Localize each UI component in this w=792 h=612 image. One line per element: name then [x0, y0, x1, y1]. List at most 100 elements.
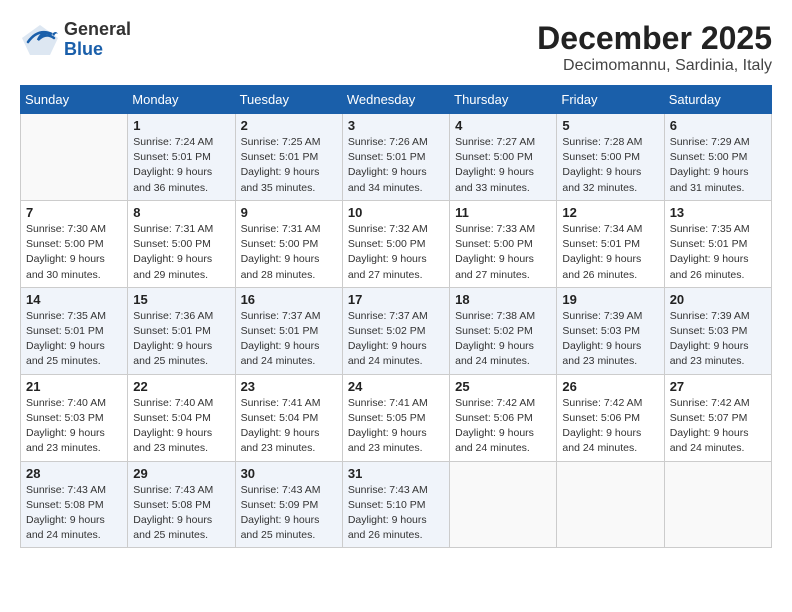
day-info: Sunrise: 7:39 AMSunset: 5:03 PMDaylight:…: [670, 309, 766, 370]
calendar-cell: 18 Sunrise: 7:38 AMSunset: 5:02 PMDayligh…: [450, 287, 557, 374]
day-info: Sunrise: 7:30 AMSunset: 5:00 PMDaylight:…: [26, 222, 122, 283]
weekday-header-sunday: Sunday: [21, 86, 128, 114]
calendar-cell: 6 Sunrise: 7:29 AMSunset: 5:00 PMDaylight…: [664, 114, 771, 201]
day-info: Sunrise: 7:36 AMSunset: 5:01 PMDaylight:…: [133, 309, 229, 370]
day-info: Sunrise: 7:41 AMSunset: 5:05 PMDaylight:…: [348, 396, 444, 457]
calendar-cell: 21 Sunrise: 7:40 AMSunset: 5:03 PMDayligh…: [21, 374, 128, 461]
day-number: 12: [562, 205, 658, 220]
calendar-cell: 25 Sunrise: 7:42 AMSunset: 5:06 PMDayligh…: [450, 374, 557, 461]
day-number: 19: [562, 292, 658, 307]
day-info: Sunrise: 7:24 AMSunset: 5:01 PMDaylight:…: [133, 135, 229, 196]
day-info: Sunrise: 7:43 AMSunset: 5:08 PMDaylight:…: [133, 483, 229, 544]
calendar-cell: 8 Sunrise: 7:31 AMSunset: 5:00 PMDaylight…: [128, 200, 235, 287]
calendar-cell: 15 Sunrise: 7:36 AMSunset: 5:01 PMDayligh…: [128, 287, 235, 374]
day-number: 9: [241, 205, 337, 220]
day-info: Sunrise: 7:29 AMSunset: 5:00 PMDaylight:…: [670, 135, 766, 196]
calendar-cell: 14Sunrise: 7:35 AMSunset: 5:01 PMDayligh…: [21, 287, 128, 374]
calendar-cell: [21, 114, 128, 201]
logo-general: General: [64, 20, 131, 40]
calendar-cell: 23Sunrise: 7:41 AMSunset: 5:04 PMDayligh…: [235, 374, 342, 461]
logo: General Blue: [20, 20, 131, 60]
calendar-cell: 19 Sunrise: 7:39 AMSunset: 5:03 PMDayligh…: [557, 287, 664, 374]
calendar-week-3: 14Sunrise: 7:35 AMSunset: 5:01 PMDayligh…: [21, 287, 772, 374]
day-number: 21: [26, 379, 122, 394]
day-info: Sunrise: 7:34 AMSunset: 5:01 PMDaylight:…: [562, 222, 658, 283]
day-number: 4: [455, 118, 551, 133]
day-info: Sunrise: 7:43 AMSunset: 5:08 PMDaylight:…: [26, 483, 122, 544]
day-number: 18: [455, 292, 551, 307]
day-number: 8: [133, 205, 229, 220]
day-info: Sunrise: 7:25 AMSunset: 5:01 PMDaylight:…: [241, 135, 337, 196]
logo-icon: [20, 20, 60, 60]
day-info: Sunrise: 7:42 AMSunset: 5:06 PMDaylight:…: [562, 396, 658, 457]
weekday-header-wednesday: Wednesday: [342, 86, 449, 114]
calendar-cell: 1 Sunrise: 7:24 AMSunset: 5:01 PMDaylight…: [128, 114, 235, 201]
calendar-cell: 29 Sunrise: 7:43 AMSunset: 5:08 PMDayligh…: [128, 461, 235, 548]
day-info: Sunrise: 7:42 AMSunset: 5:06 PMDaylight:…: [455, 396, 551, 457]
logo-blue: Blue: [64, 40, 131, 60]
day-number: 31: [348, 466, 444, 481]
day-number: 2: [241, 118, 337, 133]
day-number: 28: [26, 466, 122, 481]
calendar-cell: 5 Sunrise: 7:28 AMSunset: 5:00 PMDaylight…: [557, 114, 664, 201]
day-info: Sunrise: 7:43 AMSunset: 5:10 PMDaylight:…: [348, 483, 444, 544]
calendar-cell: [664, 461, 771, 548]
day-number: 3: [348, 118, 444, 133]
calendar-week-4: 21 Sunrise: 7:40 AMSunset: 5:03 PMDayligh…: [21, 374, 772, 461]
calendar-cell: [450, 461, 557, 548]
calendar-cell: 7 Sunrise: 7:30 AMSunset: 5:00 PMDaylight…: [21, 200, 128, 287]
weekday-header-friday: Friday: [557, 86, 664, 114]
location-subtitle: Decimomannu, Sardinia, Italy: [537, 57, 772, 75]
day-number: 15: [133, 292, 229, 307]
month-title: December 2025: [537, 20, 772, 57]
day-info: Sunrise: 7:40 AMSunset: 5:03 PMDaylight:…: [26, 396, 122, 457]
day-info: Sunrise: 7:41 AMSunset: 5:04 PMDaylight:…: [241, 396, 337, 457]
day-number: 1: [133, 118, 229, 133]
day-number: 22: [133, 379, 229, 394]
weekday-header-monday: Monday: [128, 86, 235, 114]
day-number: 17: [348, 292, 444, 307]
calendar-table: SundayMondayTuesdayWednesdayThursdayFrid…: [20, 85, 772, 548]
day-info: Sunrise: 7:28 AMSunset: 5:00 PMDaylight:…: [562, 135, 658, 196]
day-info: Sunrise: 7:35 AMSunset: 5:01 PMDaylight:…: [26, 309, 122, 370]
calendar-cell: 26 Sunrise: 7:42 AMSunset: 5:06 PMDayligh…: [557, 374, 664, 461]
day-info: Sunrise: 7:31 AMSunset: 5:00 PMDaylight:…: [241, 222, 337, 283]
day-number: 26: [562, 379, 658, 394]
day-info: Sunrise: 7:33 AMSunset: 5:00 PMDaylight:…: [455, 222, 551, 283]
day-number: 5: [562, 118, 658, 133]
day-number: 29: [133, 466, 229, 481]
day-number: 20: [670, 292, 766, 307]
logo-text: General Blue: [64, 20, 131, 60]
calendar-cell: 13Sunrise: 7:35 AMSunset: 5:01 PMDayligh…: [664, 200, 771, 287]
calendar-cell: 11Sunrise: 7:33 AMSunset: 5:00 PMDayligh…: [450, 200, 557, 287]
day-number: 30: [241, 466, 337, 481]
calendar-cell: 22 Sunrise: 7:40 AMSunset: 5:04 PMDayligh…: [128, 374, 235, 461]
day-info: Sunrise: 7:27 AMSunset: 5:00 PMDaylight:…: [455, 135, 551, 196]
calendar-cell: 20 Sunrise: 7:39 AMSunset: 5:03 PMDayligh…: [664, 287, 771, 374]
calendar-week-2: 7 Sunrise: 7:30 AMSunset: 5:00 PMDaylight…: [21, 200, 772, 287]
day-number: 16: [241, 292, 337, 307]
title-block: December 2025 Decimomannu, Sardinia, Ita…: [537, 20, 772, 75]
day-number: 24: [348, 379, 444, 394]
day-info: Sunrise: 7:39 AMSunset: 5:03 PMDaylight:…: [562, 309, 658, 370]
calendar-week-1: 1 Sunrise: 7:24 AMSunset: 5:01 PMDaylight…: [21, 114, 772, 201]
day-info: Sunrise: 7:37 AMSunset: 5:02 PMDaylight:…: [348, 309, 444, 370]
day-info: Sunrise: 7:42 AMSunset: 5:07 PMDaylight:…: [670, 396, 766, 457]
day-info: Sunrise: 7:31 AMSunset: 5:00 PMDaylight:…: [133, 222, 229, 283]
day-number: 6: [670, 118, 766, 133]
calendar-body: 1 Sunrise: 7:24 AMSunset: 5:01 PMDaylight…: [21, 114, 772, 548]
day-number: 27: [670, 379, 766, 394]
weekday-header-tuesday: Tuesday: [235, 86, 342, 114]
day-info: Sunrise: 7:40 AMSunset: 5:04 PMDaylight:…: [133, 396, 229, 457]
calendar-header: SundayMondayTuesdayWednesdayThursdayFrid…: [21, 86, 772, 114]
calendar-cell: 2 Sunrise: 7:25 AMSunset: 5:01 PMDaylight…: [235, 114, 342, 201]
day-number: 25: [455, 379, 551, 394]
calendar-cell: 30Sunrise: 7:43 AMSunset: 5:09 PMDayligh…: [235, 461, 342, 548]
calendar-cell: 9 Sunrise: 7:31 AMSunset: 5:00 PMDaylight…: [235, 200, 342, 287]
day-info: Sunrise: 7:38 AMSunset: 5:02 PMDaylight:…: [455, 309, 551, 370]
day-number: 10: [348, 205, 444, 220]
weekday-header-thursday: Thursday: [450, 86, 557, 114]
day-number: 7: [26, 205, 122, 220]
calendar-cell: 12 Sunrise: 7:34 AMSunset: 5:01 PMDayligh…: [557, 200, 664, 287]
calendar-cell: 27 Sunrise: 7:42 AMSunset: 5:07 PMDayligh…: [664, 374, 771, 461]
